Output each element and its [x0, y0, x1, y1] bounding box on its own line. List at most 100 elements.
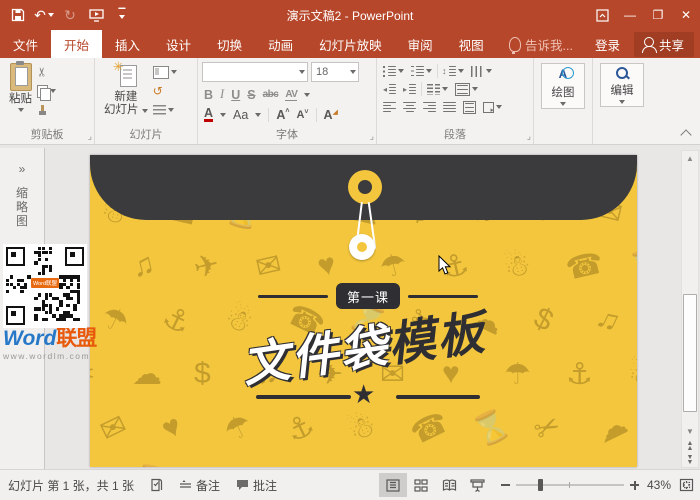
columns-button[interactable]: [425, 83, 450, 96]
drawing-button[interactable]: A 绘图: [541, 63, 585, 109]
layout-button[interactable]: [153, 65, 177, 79]
brand-logo: Word联盟: [3, 328, 89, 350]
tab-6[interactable]: 幻灯片放映: [306, 30, 395, 58]
text-shadow-button[interactable]: S: [247, 88, 255, 102]
customize-quick-access-icon[interactable]: ▔: [114, 7, 130, 23]
save-icon[interactable]: [10, 7, 26, 23]
zoom-slider-handle[interactable]: [538, 479, 543, 491]
next-slide-button[interactable]: ▼▼: [682, 453, 698, 467]
convert-smartart-button[interactable]: [481, 101, 504, 114]
decrease-indent-icon: [383, 84, 396, 95]
clipboard-group: 粘贴 ✂ 剪贴板 ⌟: [0, 58, 94, 144]
expand-thumbnails-icon[interactable]: »: [16, 162, 28, 176]
paste-button[interactable]: 粘贴: [4, 61, 37, 128]
align-text-button[interactable]: [453, 82, 480, 97]
numbering-button[interactable]: [409, 65, 434, 78]
bold-button[interactable]: B: [204, 88, 213, 102]
char-spacing-dropdown-icon[interactable]: [304, 93, 310, 97]
slideshow-view-button[interactable]: [463, 473, 491, 497]
editor-area: » 缩略图 ✈✉♥☂⚓☃☎⌛✂☁☃☎⌛✂☁$♫✈✉♥$♫✈✉♥☂⚓☃☎⌛☂⚓☃☎…: [0, 145, 700, 470]
increase-indent-button[interactable]: [401, 83, 418, 96]
copy-button[interactable]: [37, 84, 56, 98]
previous-slide-button[interactable]: ▲▲: [682, 439, 698, 453]
find-icon: [615, 66, 629, 80]
decrease-indent-button[interactable]: [381, 83, 398, 96]
start-slideshow-icon[interactable]: [88, 7, 104, 23]
justify-button[interactable]: [441, 101, 458, 114]
font-dialog-launcher-icon[interactable]: ⌟: [370, 131, 374, 142]
ribbon-display-options-icon[interactable]: [588, 0, 616, 30]
add-remove-columns-button[interactable]: [461, 100, 478, 115]
zoom-level[interactable]: 43%: [639, 478, 671, 492]
clear-formatting-button[interactable]: A◢: [324, 108, 338, 122]
minimize-button[interactable]: —: [616, 0, 644, 30]
tab-2[interactable]: 插入: [102, 30, 153, 58]
scroll-up-icon[interactable]: ▲: [682, 151, 698, 166]
collapse-ribbon-icon[interactable]: [680, 129, 691, 140]
font-color-button[interactable]: A: [204, 108, 213, 122]
vertical-scrollbar[interactable]: ▲ ▼ ▲▲ ▼▼: [681, 150, 699, 468]
ribbon: 粘贴 ✂ 剪贴板 ⌟ ✳ 新建幻灯片 ↺ 幻灯片: [0, 58, 700, 145]
reset-icon: ↺: [153, 86, 163, 97]
comments-button[interactable]: 批注: [236, 477, 277, 494]
scrollbar-thumb[interactable]: [683, 294, 697, 412]
new-slide-button[interactable]: ✳ 新建幻灯片: [99, 61, 153, 128]
align-right-button[interactable]: [421, 101, 438, 114]
tab-4[interactable]: 切换: [204, 30, 255, 58]
zoom-slider-track[interactable]: [516, 484, 624, 486]
tab-1[interactable]: 开始: [51, 30, 102, 58]
tab-3[interactable]: 设计: [153, 30, 204, 58]
paste-dropdown-icon[interactable]: [18, 108, 24, 112]
slide-canvas[interactable]: ✈✉♥☂⚓☃☎⌛✂☁☃☎⌛✂☁$♫✈✉♥$♫✈✉♥☂⚓☃☎⌛☂⚓☃☎⌛✂☁$♫✈…: [90, 155, 637, 467]
scrollbar-track[interactable]: [682, 166, 698, 424]
sign-in-button[interactable]: 登录: [585, 35, 630, 54]
align-left-button[interactable]: [381, 101, 398, 114]
proofing-button[interactable]: [150, 478, 163, 492]
undo-icon[interactable]: ↶: [36, 7, 52, 23]
grow-font-button[interactable]: A˄: [276, 108, 289, 122]
zoom-in-icon[interactable]: [630, 481, 639, 490]
underline-button[interactable]: U: [231, 88, 240, 102]
share-button[interactable]: 共享: [634, 32, 694, 57]
tab-7[interactable]: 审阅: [395, 30, 446, 58]
qr-code: Word联盟: [3, 244, 87, 328]
tab-5[interactable]: 动画: [255, 30, 306, 58]
reading-view-button[interactable]: [435, 473, 463, 497]
font-size-combo[interactable]: 18: [311, 62, 359, 82]
change-case-button[interactable]: Aa: [233, 108, 248, 122]
zoom-control: [501, 481, 639, 490]
paste-icon: [10, 63, 32, 91]
slide-sorter-view-button[interactable]: [407, 473, 435, 497]
text-direction-button[interactable]: [469, 65, 494, 78]
align-center-button[interactable]: [401, 101, 418, 114]
maximize-button[interactable]: ❐: [644, 0, 672, 30]
char-spacing-button[interactable]: AV: [285, 89, 297, 101]
scroll-down-icon[interactable]: ▼: [682, 424, 698, 439]
grommet-button: [348, 170, 382, 204]
zoom-out-icon[interactable]: [501, 484, 510, 486]
tell-me-box[interactable]: 告诉我...: [501, 35, 581, 54]
strikethrough-button[interactable]: abc: [263, 89, 279, 100]
tab-0[interactable]: 文件: [0, 30, 51, 58]
format-painter-button[interactable]: [37, 103, 56, 117]
section-button[interactable]: [153, 103, 177, 117]
notes-button[interactable]: 备注: [179, 477, 220, 494]
shrink-font-button[interactable]: A˅: [296, 109, 308, 121]
tab-8[interactable]: 视图: [446, 30, 497, 58]
line-spacing-button[interactable]: [441, 65, 466, 78]
star-divider: ★: [90, 383, 637, 411]
editing-button[interactable]: 编辑: [600, 63, 644, 107]
close-button[interactable]: ✕: [672, 0, 700, 30]
status-bar: 幻灯片 第 1 张，共 1 张 备注 批注: [0, 469, 700, 500]
title-bar: ↶ ↻ ▔ 演示文稿2 - PowerPoint — ❐ ✕: [0, 0, 700, 30]
clipboard-dialog-launcher-icon[interactable]: ⌟: [88, 131, 92, 142]
cut-button[interactable]: ✂: [37, 65, 56, 79]
bullets-button[interactable]: [381, 65, 406, 78]
paragraph-dialog-launcher-icon[interactable]: ⌟: [527, 131, 531, 142]
italic-button[interactable]: I: [220, 87, 224, 102]
fit-to-window-icon[interactable]: [679, 478, 694, 492]
font-name-combo[interactable]: [202, 62, 308, 82]
reset-button[interactable]: ↺: [153, 84, 177, 98]
normal-view-button[interactable]: [379, 473, 407, 497]
slides-group: ✳ 新建幻灯片 ↺ 幻灯片: [94, 58, 197, 144]
